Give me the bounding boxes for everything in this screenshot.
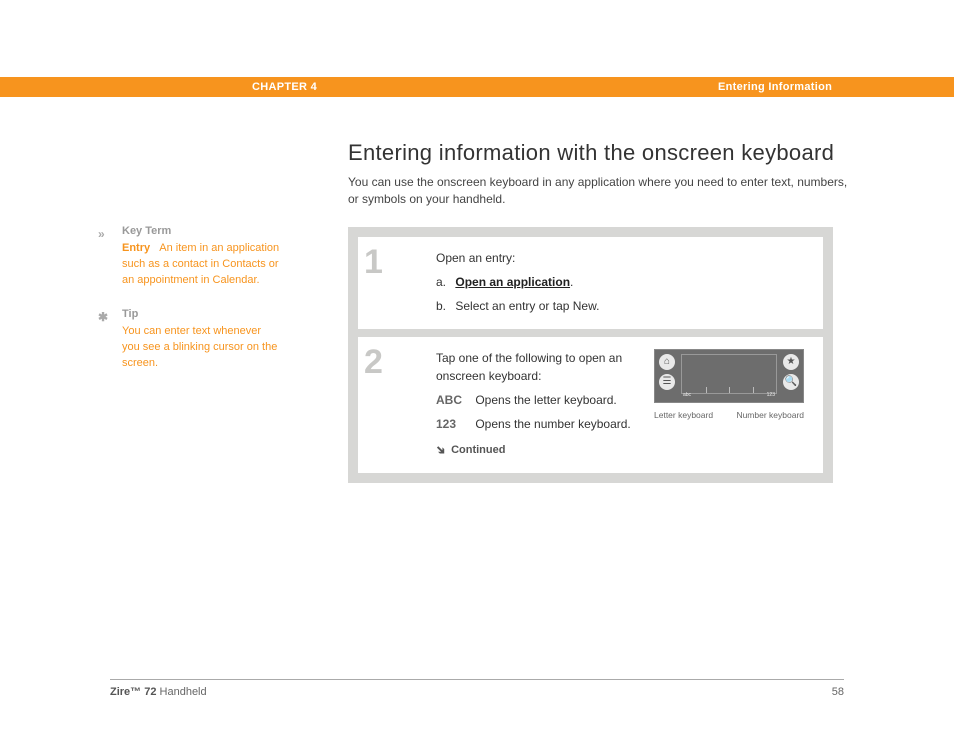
123-row: 123 Opens the number keyboard. (436, 415, 639, 433)
continued-label: Continued (451, 442, 505, 459)
step-lead: Open an entry: (436, 249, 809, 267)
step-text: Tap one of the following to open an onsc… (436, 349, 639, 459)
product-rest: Handheld (156, 686, 206, 698)
find-icon: 🔍 (783, 374, 799, 390)
steps-container: 1 Open an entry: a. Open an application.… (348, 227, 833, 483)
writing-labels: abc 123 (655, 392, 803, 400)
device-figure: ⌂ ☰ ★ 🔍 abc 123 (649, 349, 809, 459)
document-page: CHAPTER 4 Entering Information » Key Ter… (0, 0, 954, 738)
footer-rule (110, 679, 844, 680)
writing-area (681, 354, 777, 394)
asterisk-icon: ✱ (98, 309, 108, 326)
step-1: 1 Open an entry: a. Open an application.… (358, 237, 823, 329)
open-application-link[interactable]: Open an application (455, 275, 570, 289)
star-icon: ★ (783, 354, 799, 370)
menu-icon: ☰ (659, 374, 675, 390)
123-description: Opens the number keyboard. (475, 417, 630, 431)
step-body: Open an entry: a. Open an application. b… (422, 237, 823, 329)
figure-captions: Letter keyboard Number keyboard (654, 409, 804, 422)
chapter-header-bar: CHAPTER 4 Entering Information (0, 77, 954, 97)
step-lead: Tap one of the following to open an onsc… (436, 349, 639, 385)
abc-corner-label: abc (683, 392, 691, 400)
substep-a-suffix: . (570, 275, 573, 289)
substep-b: b. Select an entry or tap New. (436, 297, 809, 315)
substep-b-text: Select an entry or tap New. (455, 299, 599, 313)
substep-a-prefix: a. (436, 275, 446, 289)
abc-description: Opens the letter keyboard. (475, 393, 616, 407)
chapter-label: CHAPTER 4 (252, 81, 317, 93)
main-content: Entering information with the onscreen k… (348, 140, 848, 483)
graffiti-area: ⌂ ☰ ★ 🔍 abc 123 (654, 349, 804, 403)
number-keyboard-caption: Number keyboard (736, 409, 804, 422)
key-term-text: Entry An item in an application such as … (122, 241, 280, 289)
tip-text: You can enter text whenever you see a bl… (122, 324, 280, 372)
page-footer: Zire™ 72 Handheld 58 (110, 686, 844, 698)
continued-indicator: ➔ Continued (436, 441, 639, 459)
abc-label: ABC (436, 391, 472, 409)
key-term-block: » Key Term Entry An item in an applicati… (100, 224, 280, 289)
abc-row: ABC Opens the letter keyboard. (436, 391, 639, 409)
step-2: 2 Tap one of the following to open an on… (358, 337, 823, 473)
step-number: 1 (364, 243, 383, 282)
intro-paragraph: You can use the onscreen keyboard in any… (348, 174, 848, 209)
product-bold: Zire™ 72 (110, 686, 156, 698)
key-term-label: Key Term (122, 224, 280, 240)
substep-b-prefix: b. (436, 299, 446, 313)
tip-label: Tip (122, 307, 280, 323)
letter-keyboard-caption: Letter keyboard (654, 409, 713, 422)
key-term-word: Entry (122, 242, 150, 254)
tip-block: ✱ Tip You can enter text whenever you se… (100, 307, 280, 372)
step-number: 2 (364, 343, 383, 382)
step-number-cell: 2 (358, 337, 422, 473)
step-number-cell: 1 (358, 237, 422, 329)
page-title: Entering information with the onscreen k… (348, 140, 848, 166)
product-name: Zire™ 72 Handheld (110, 686, 207, 698)
123-label: 123 (436, 415, 472, 433)
home-icon: ⌂ (659, 354, 675, 370)
substep-a: a. Open an application. (436, 273, 809, 291)
123-corner-label: 123 (767, 392, 775, 400)
chevron-right-icon: » (98, 226, 105, 243)
section-label: Entering Information (718, 77, 832, 97)
arrow-down-right-icon: ➔ (431, 440, 451, 460)
step-text: Open an entry: a. Open an application. b… (436, 249, 809, 315)
sidebar: » Key Term Entry An item in an applicati… (100, 224, 280, 390)
step-body: Tap one of the following to open an onsc… (422, 337, 823, 473)
page-number: 58 (832, 686, 844, 698)
